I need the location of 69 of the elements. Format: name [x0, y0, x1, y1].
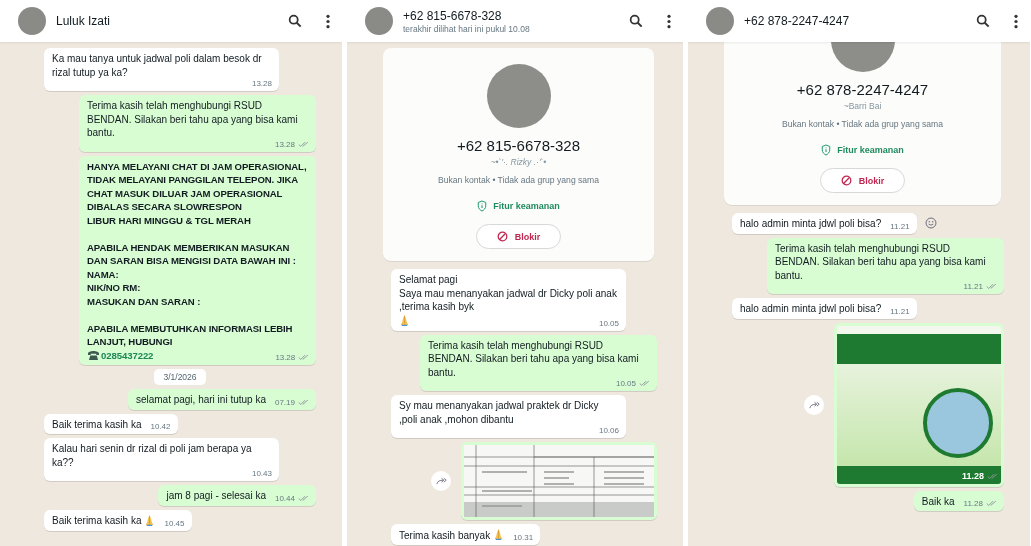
message-text: halo admin minta jdwl poli bisa?: [740, 302, 882, 316]
message-time: 13.28: [274, 139, 295, 149]
message-text: Terima kasih telah menghubungi RSUD BENDAN. Silakan beri tahu apa yang bisa kami bantu.: [87, 99, 299, 140]
block-icon: [496, 231, 508, 242]
contact-number: +62 815-6678-328: [457, 137, 580, 154]
search-icon[interactable]: [288, 14, 302, 28]
message-time: 10.43: [251, 469, 272, 478]
avatar-photo-placeholder: [365, 7, 393, 35]
block-button[interactable]: Blokir: [819, 168, 906, 193]
message-time: 10.44: [274, 493, 295, 503]
forward-icon: [435, 477, 447, 485]
block-icon: [840, 175, 852, 186]
menu-icon[interactable]: [1014, 13, 1018, 29]
avatar-photo-placeholder: [706, 7, 734, 35]
message-time: 11.28: [963, 499, 983, 508]
shield-info-icon: [477, 200, 488, 212]
message-text: halo admin minta jdwl poli bisa?: [740, 217, 882, 231]
shield-info-icon: [821, 144, 832, 156]
forward-icon: [808, 400, 820, 409]
message-text: Terima kasih telah menghubungi RSUD BENDAN. Silakan beri tahu apa yang bisa kami bantu.: [428, 338, 640, 379]
message-time: 10.05: [615, 379, 636, 388]
message-time: 07.19: [274, 397, 295, 407]
emoji-reaction-icon[interactable]: [924, 217, 937, 230]
phone-link[interactable]: 0285437222: [101, 348, 154, 362]
last-seen-status: terakhir dilihat hari ini pukul 10.08: [403, 23, 531, 34]
contact-about: ~•`'·. Rizky .·'`•: [490, 157, 547, 167]
message-text: Ka mau tanya untuk jadwal poli dalam besok dr rizal tutup ya ka?: [52, 52, 263, 79]
image-message[interactable]: 11.28: [834, 322, 1004, 487]
contact-name: +62 815-6678-328: [403, 8, 503, 23]
message-time: 11.21: [890, 221, 910, 231]
message-time: 11.21: [890, 306, 910, 316]
message-text: jam 8 pagi - selesai ka: [166, 489, 266, 503]
message-time: 11.28: [961, 470, 984, 481]
telephone-icon: [87, 349, 100, 361]
forward-button[interactable]: [431, 471, 451, 491]
contact-number: +62 878-2247-4247: [796, 81, 929, 98]
message-time: 10.45: [164, 518, 185, 528]
message-text: Sy mau menanyakan jadwal praktek dr Dicky ,poli anak ,mohon dibantu: [399, 399, 600, 426]
message-time: 13.28: [251, 79, 272, 88]
menu-icon[interactable]: [326, 13, 330, 29]
message-time: 10.06: [598, 426, 619, 435]
safety-link[interactable]: Fitur keamanan: [477, 200, 560, 212]
message-time: 13.28: [275, 353, 295, 362]
contact-name: +62 878-2247-4247: [744, 14, 851, 28]
message-time: 10.31: [513, 533, 534, 542]
contact-info: Bukan kontak • Tidak ada grup yang sama: [437, 175, 600, 185]
message-text: Baik terima kasih ka: [52, 514, 142, 528]
message-text: HANYA MELAYANI CHAT DI JAM OPERASIONAL, TIDAK MELAYANI PANGGILAN TELEPON. JIKA CHAT MASUK DILUAR JAM OPERASIONAL DIBALAS SECARA SLOWRESPON LIBUR HARI MINGGU & TGL MERAH APABILA HENDAK MEMBERIKAN MASUKAN DAN SARAN BISA MENGISI DATA BAWAH INI : NAMA: NIK/NO RM: MASUKAN DAN SARAN : APABILA MEMBUTUHKAN INFORMASI LEBIH LANJUT, HUBUNGI: [87, 159, 308, 349]
message-text: Terima kasih banyak: [399, 528, 491, 542]
menu-icon[interactable]: [667, 13, 671, 29]
message-text: Baik terima kasih ka: [52, 417, 142, 431]
avatar-photo-placeholder: [18, 7, 46, 35]
message-text: Baik ka: [921, 494, 955, 508]
message-time: 10.05: [598, 318, 619, 328]
forward-button[interactable]: [804, 394, 824, 415]
message-time: 10.42: [150, 422, 171, 431]
message-text: Kalau hari senin dr rizal di poli jam berapa ya ka??: [52, 442, 253, 469]
message-text: selamat pagi, hari ini tutup ka: [135, 393, 266, 407]
message-time: 11.21: [963, 282, 983, 291]
block-button[interactable]: Blokir: [475, 224, 562, 249]
search-icon[interactable]: [629, 14, 643, 28]
message-text: Terima kasih telah menghubungi RSUD BENDAN. Silakan beri tahu apa yang bisa kami bantu.: [775, 241, 987, 282]
date-chip: 3/1/2026: [154, 369, 206, 385]
safety-link[interactable]: Fitur keamanan: [821, 144, 904, 156]
contact-about: ~Barri Bai: [843, 101, 882, 111]
search-icon[interactable]: [976, 14, 990, 28]
contact-name: Luluk Izati: [56, 14, 112, 28]
contact-info: Bukan kontak • Tidak ada grup yang sama: [781, 119, 944, 129]
message-text: Selamat pagi Saya mau menanyakan jadwal dr Dicky poli anak ,terima kasih byk: [399, 273, 618, 314]
